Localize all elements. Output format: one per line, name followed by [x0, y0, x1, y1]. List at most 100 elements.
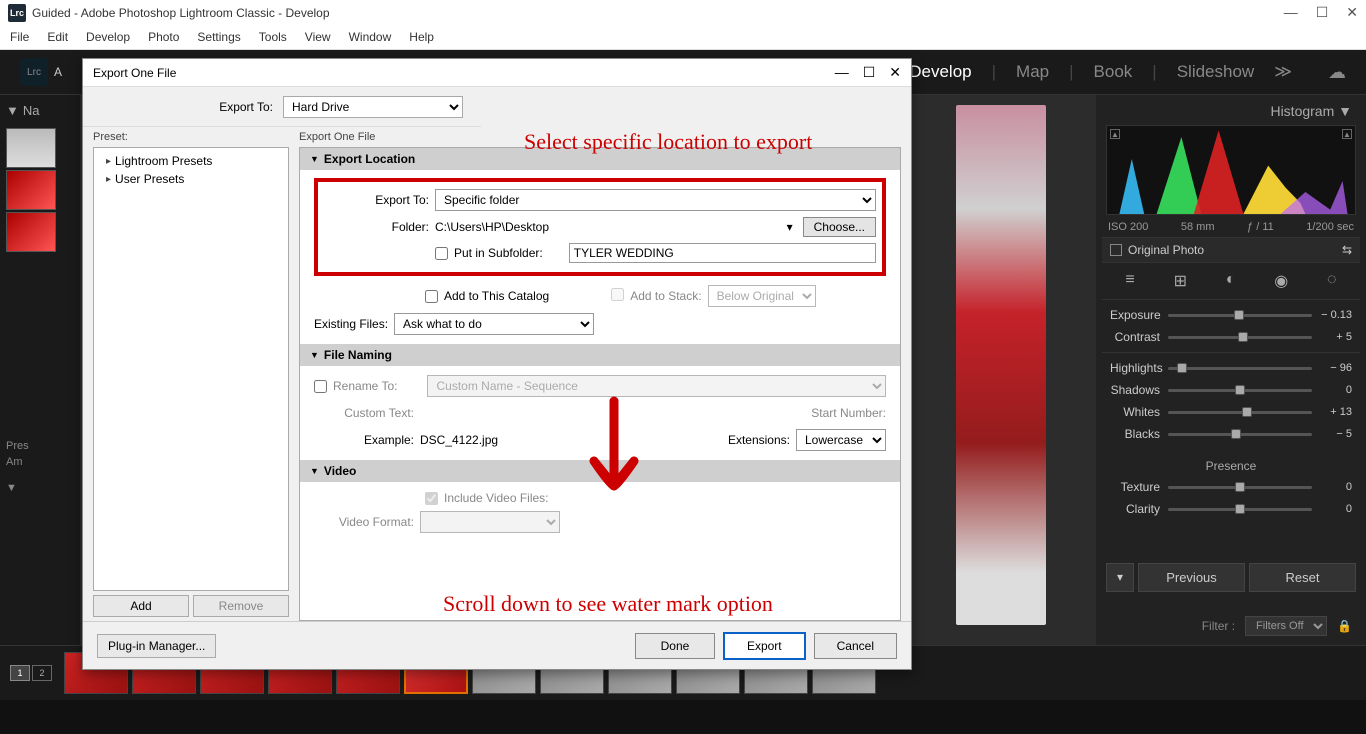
module-book[interactable]: Book [1094, 62, 1133, 82]
loc-export-to-select[interactable]: Specific folder [435, 189, 876, 211]
slider-thumb[interactable] [1235, 385, 1245, 395]
slider-thumb[interactable] [1231, 429, 1241, 439]
previous-button[interactable]: Previous [1138, 563, 1245, 592]
cloud-sync-icon[interactable]: ☁ [1328, 62, 1346, 83]
slider-thumb[interactable] [1234, 310, 1244, 320]
close-icon[interactable]: ✕ [1346, 4, 1358, 21]
slider-value: − 0.13 [1312, 309, 1352, 321]
minimize-icon[interactable]: — [1284, 4, 1298, 21]
prev-photo-chevron-icon[interactable]: ▾ [1106, 563, 1134, 592]
clip-shadow-icon[interactable]: ▲ [1110, 129, 1120, 139]
crop-icon[interactable]: ⊞ [1174, 271, 1187, 291]
video-format-select [420, 511, 560, 533]
dialog-close-icon[interactable]: ✕ [889, 64, 901, 81]
remove-preset-button[interactable]: Remove [193, 595, 289, 617]
filter-lock-icon[interactable]: 🔒 [1337, 619, 1352, 633]
dialog-minimize-icon[interactable]: — [835, 64, 849, 81]
section-export-location[interactable]: Export Location [300, 148, 900, 170]
navigator-preview [6, 212, 56, 252]
menu-photo[interactable]: Photo [148, 30, 179, 44]
histogram-info: ISO 200 58 mm ƒ / 11 1/200 sec [1102, 217, 1360, 237]
preset-list[interactable]: Lightroom Presets User Presets [93, 147, 289, 591]
reset-button[interactable]: Reset [1249, 563, 1356, 592]
preset-tree-lightroom[interactable]: Lightroom Presets [98, 152, 284, 170]
menu-settings[interactable]: Settings [197, 30, 240, 44]
slider-value: − 5 [1312, 428, 1352, 440]
slider-thumb[interactable] [1235, 504, 1245, 514]
slider-label: Exposure [1110, 308, 1168, 322]
heal-icon[interactable]: ◐ [1226, 271, 1236, 291]
original-photo-toggle[interactable]: Original Photo ⇆ [1102, 237, 1360, 263]
more-modules-icon[interactable]: ≫ [1274, 62, 1292, 82]
presets-header[interactable]: Pres [6, 438, 74, 454]
module-slideshow[interactable]: Slideshow [1177, 62, 1255, 82]
slider-value: + 5 [1312, 331, 1352, 343]
module-develop[interactable]: Develop [909, 62, 971, 82]
export-to-select[interactable]: Hard Drive [283, 96, 463, 118]
slider-track[interactable] [1168, 508, 1312, 511]
menu-file[interactable]: File [10, 30, 29, 44]
clip-highlight-icon[interactable]: ▲ [1342, 129, 1352, 139]
slider-thumb[interactable] [1242, 407, 1252, 417]
slider-value: 0 [1312, 503, 1352, 515]
maximize-icon[interactable]: ☐ [1316, 4, 1329, 21]
photo-preview [956, 105, 1046, 625]
slider-track[interactable] [1168, 336, 1312, 339]
existing-files-select[interactable]: Ask what to do [394, 313, 594, 335]
section-file-naming[interactable]: File Naming [300, 344, 900, 366]
menu-edit[interactable]: Edit [47, 30, 68, 44]
adjust-icon[interactable]: ≡ [1125, 271, 1134, 291]
extensions-select[interactable]: Lowercase [796, 429, 886, 451]
export-dialog: Export One File — ☐ ✕ Export To: Hard Dr… [82, 58, 912, 670]
radial-icon[interactable]: ◌ [1327, 271, 1337, 291]
video-format-label: Video Format: [314, 515, 414, 529]
slider-track[interactable] [1168, 367, 1312, 370]
dialog-maximize-icon[interactable]: ☐ [863, 64, 876, 81]
grid-view-2[interactable]: 2 [32, 665, 52, 681]
menu-help[interactable]: Help [409, 30, 434, 44]
rename-checkbox[interactable] [314, 380, 327, 393]
export-settings-scroll[interactable]: Export Location Export To: Specific fold… [299, 147, 901, 621]
cancel-button[interactable]: Cancel [814, 633, 897, 659]
slider-thumb[interactable] [1238, 332, 1248, 342]
put-subfolder-checkbox[interactable] [435, 247, 448, 260]
start-number-label: Start Number: [811, 406, 886, 420]
preset-tree-user[interactable]: User Presets [98, 170, 284, 188]
subfolder-input[interactable] [569, 243, 876, 263]
choose-folder-button[interactable]: Choose... [803, 217, 876, 237]
panel-expand-icon[interactable]: ▼ [6, 480, 74, 496]
switch-icon[interactable]: ⇆ [1342, 243, 1352, 257]
navigator-header[interactable]: ▼Na [6, 103, 74, 118]
preset-column-header: Preset: [93, 131, 289, 147]
slider-label: Blacks [1110, 427, 1168, 441]
menu-tools[interactable]: Tools [259, 30, 287, 44]
menu-window[interactable]: Window [349, 30, 392, 44]
export-button[interactable]: Export [723, 632, 806, 660]
grid-view-1[interactable]: 1 [10, 665, 30, 681]
slider-thumb[interactable] [1235, 482, 1245, 492]
add-preset-button[interactable]: Add [93, 595, 189, 617]
menu-develop[interactable]: Develop [86, 30, 130, 44]
slider-track[interactable] [1168, 433, 1312, 436]
module-map[interactable]: Map [1016, 62, 1049, 82]
slider-thumb[interactable] [1177, 363, 1187, 373]
histogram[interactable]: ▲ ▲ [1106, 125, 1356, 215]
filter-select[interactable]: Filters Off [1245, 616, 1327, 636]
add-catalog-label: Add to This Catalog [444, 289, 549, 303]
slider-track[interactable] [1168, 389, 1312, 392]
menu-view[interactable]: View [305, 30, 331, 44]
folder-dropdown-icon[interactable]: ▾ [783, 220, 797, 234]
slider-track[interactable] [1168, 314, 1312, 317]
histogram-header[interactable]: Histogram [1270, 103, 1334, 119]
amount-label: Am [6, 454, 74, 470]
redeye-icon[interactable]: ◉ [1274, 271, 1288, 291]
slider-track[interactable] [1168, 486, 1312, 489]
titlebar: Lrc Guided - Adobe Photoshop Lightroom C… [0, 0, 1366, 25]
slider-track[interactable] [1168, 411, 1312, 414]
slider-value: + 13 [1312, 406, 1352, 418]
done-button[interactable]: Done [635, 633, 715, 659]
slider-value: 0 [1312, 384, 1352, 396]
add-catalog-checkbox[interactable] [425, 290, 438, 303]
section-video[interactable]: Video [300, 460, 900, 482]
plugin-manager-button[interactable]: Plug-in Manager... [97, 634, 216, 658]
